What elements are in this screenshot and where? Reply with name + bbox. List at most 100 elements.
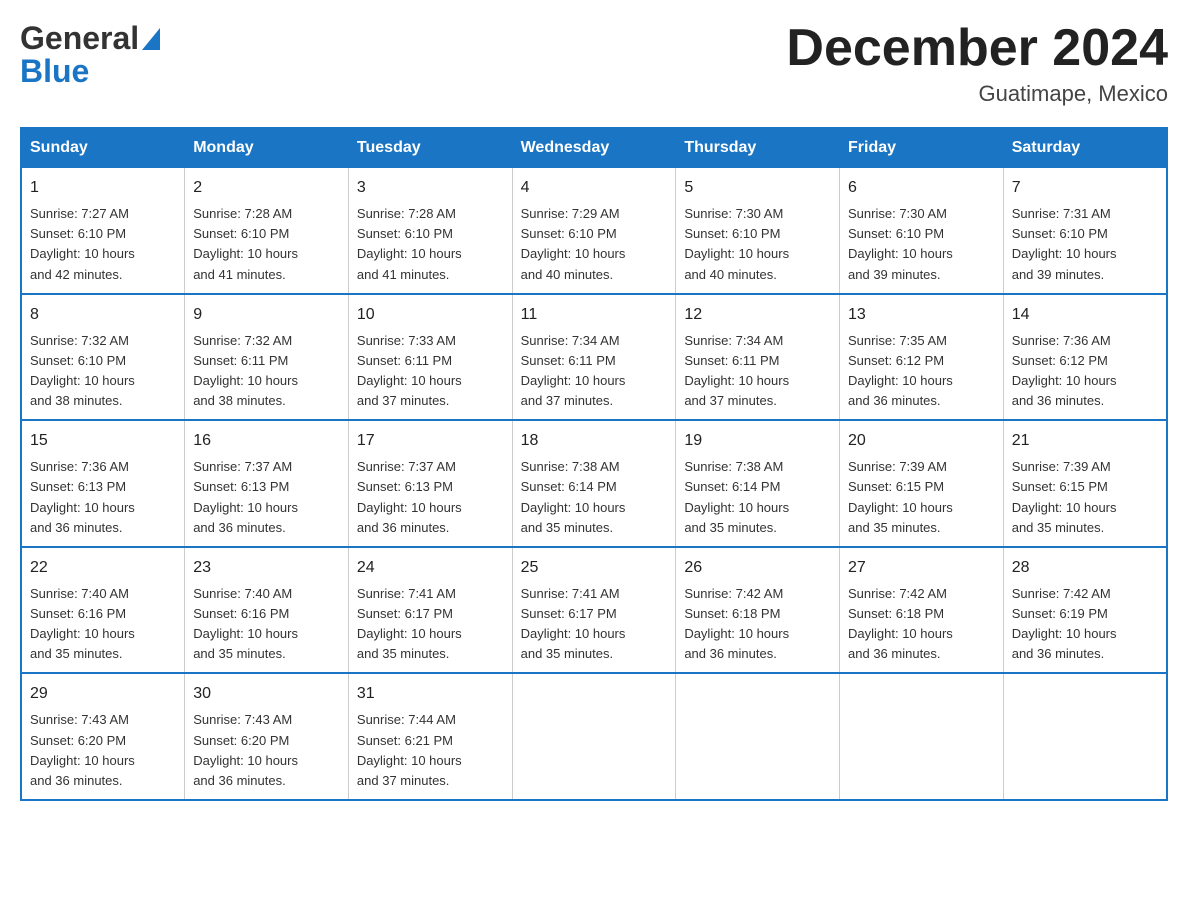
- day-number: 21: [1012, 429, 1158, 453]
- calendar-cell: 7 Sunrise: 7:31 AMSunset: 6:10 PMDayligh…: [1003, 168, 1167, 294]
- title-block: December 2024 Guatimape, Mexico: [786, 20, 1168, 107]
- day-info: Sunrise: 7:36 AMSunset: 6:12 PMDaylight:…: [1012, 331, 1158, 412]
- location-subtitle: Guatimape, Mexico: [786, 81, 1168, 107]
- calendar-cell: 2 Sunrise: 7:28 AMSunset: 6:10 PMDayligh…: [185, 168, 349, 294]
- day-info: Sunrise: 7:34 AMSunset: 6:11 PMDaylight:…: [521, 331, 668, 412]
- day-info: Sunrise: 7:41 AMSunset: 6:17 PMDaylight:…: [521, 584, 668, 665]
- month-title: December 2024: [786, 20, 1168, 77]
- day-number: 11: [521, 303, 668, 327]
- day-info: Sunrise: 7:31 AMSunset: 6:10 PMDaylight:…: [1012, 204, 1158, 285]
- calendar-cell: 8 Sunrise: 7:32 AMSunset: 6:10 PMDayligh…: [21, 294, 185, 421]
- day-info: Sunrise: 7:34 AMSunset: 6:11 PMDaylight:…: [684, 331, 831, 412]
- weekday-header-friday: Friday: [840, 128, 1004, 168]
- day-info: Sunrise: 7:42 AMSunset: 6:18 PMDaylight:…: [848, 584, 995, 665]
- calendar-cell: 11 Sunrise: 7:34 AMSunset: 6:11 PMDaylig…: [512, 294, 676, 421]
- day-number: 9: [193, 303, 340, 327]
- calendar-cell: [840, 673, 1004, 800]
- day-number: 22: [30, 556, 176, 580]
- day-number: 2: [193, 176, 340, 200]
- calendar-cell: 14 Sunrise: 7:36 AMSunset: 6:12 PMDaylig…: [1003, 294, 1167, 421]
- calendar-table: SundayMondayTuesdayWednesdayThursdayFrid…: [20, 127, 1168, 801]
- weekday-header-thursday: Thursday: [676, 128, 840, 168]
- day-number: 30: [193, 682, 340, 706]
- day-info: Sunrise: 7:37 AMSunset: 6:13 PMDaylight:…: [193, 457, 340, 538]
- calendar-cell: 24 Sunrise: 7:41 AMSunset: 6:17 PMDaylig…: [348, 547, 512, 674]
- day-info: Sunrise: 7:32 AMSunset: 6:10 PMDaylight:…: [30, 331, 176, 412]
- day-number: 26: [684, 556, 831, 580]
- calendar-week-5: 29 Sunrise: 7:43 AMSunset: 6:20 PMDaylig…: [21, 673, 1167, 800]
- day-info: Sunrise: 7:35 AMSunset: 6:12 PMDaylight:…: [848, 331, 995, 412]
- day-info: Sunrise: 7:32 AMSunset: 6:11 PMDaylight:…: [193, 331, 340, 412]
- day-info: Sunrise: 7:42 AMSunset: 6:18 PMDaylight:…: [684, 584, 831, 665]
- day-info: Sunrise: 7:44 AMSunset: 6:21 PMDaylight:…: [357, 710, 504, 791]
- day-number: 8: [30, 303, 176, 327]
- logo-general-text: General: [20, 20, 139, 57]
- calendar-cell: 22 Sunrise: 7:40 AMSunset: 6:16 PMDaylig…: [21, 547, 185, 674]
- logo-triangle-icon: [142, 28, 160, 55]
- page-header: General Blue December 2024 Guatimape, Me…: [20, 20, 1168, 107]
- calendar-cell: 5 Sunrise: 7:30 AMSunset: 6:10 PMDayligh…: [676, 168, 840, 294]
- day-number: 28: [1012, 556, 1158, 580]
- calendar-cell: 6 Sunrise: 7:30 AMSunset: 6:10 PMDayligh…: [840, 168, 1004, 294]
- day-number: 25: [521, 556, 668, 580]
- day-info: Sunrise: 7:43 AMSunset: 6:20 PMDaylight:…: [193, 710, 340, 791]
- day-info: Sunrise: 7:40 AMSunset: 6:16 PMDaylight:…: [30, 584, 176, 665]
- day-info: Sunrise: 7:30 AMSunset: 6:10 PMDaylight:…: [684, 204, 831, 285]
- day-number: 23: [193, 556, 340, 580]
- day-number: 6: [848, 176, 995, 200]
- calendar-cell: 30 Sunrise: 7:43 AMSunset: 6:20 PMDaylig…: [185, 673, 349, 800]
- calendar-cell: 31 Sunrise: 7:44 AMSunset: 6:21 PMDaylig…: [348, 673, 512, 800]
- day-info: Sunrise: 7:38 AMSunset: 6:14 PMDaylight:…: [521, 457, 668, 538]
- day-number: 19: [684, 429, 831, 453]
- calendar-week-2: 8 Sunrise: 7:32 AMSunset: 6:10 PMDayligh…: [21, 294, 1167, 421]
- calendar-week-3: 15 Sunrise: 7:36 AMSunset: 6:13 PMDaylig…: [21, 420, 1167, 547]
- day-number: 27: [848, 556, 995, 580]
- day-number: 29: [30, 682, 176, 706]
- day-info: Sunrise: 7:39 AMSunset: 6:15 PMDaylight:…: [848, 457, 995, 538]
- weekday-header-monday: Monday: [185, 128, 349, 168]
- logo: General Blue: [20, 20, 160, 90]
- calendar-cell: [676, 673, 840, 800]
- day-info: Sunrise: 7:37 AMSunset: 6:13 PMDaylight:…: [357, 457, 504, 538]
- calendar-week-1: 1 Sunrise: 7:27 AMSunset: 6:10 PMDayligh…: [21, 168, 1167, 294]
- day-info: Sunrise: 7:43 AMSunset: 6:20 PMDaylight:…: [30, 710, 176, 791]
- day-info: Sunrise: 7:27 AMSunset: 6:10 PMDaylight:…: [30, 204, 176, 285]
- calendar-week-4: 22 Sunrise: 7:40 AMSunset: 6:16 PMDaylig…: [21, 547, 1167, 674]
- calendar-cell: 4 Sunrise: 7:29 AMSunset: 6:10 PMDayligh…: [512, 168, 676, 294]
- day-number: 20: [848, 429, 995, 453]
- day-info: Sunrise: 7:28 AMSunset: 6:10 PMDaylight:…: [357, 204, 504, 285]
- calendar-cell: 27 Sunrise: 7:42 AMSunset: 6:18 PMDaylig…: [840, 547, 1004, 674]
- calendar-cell: 3 Sunrise: 7:28 AMSunset: 6:10 PMDayligh…: [348, 168, 512, 294]
- weekday-header-wednesday: Wednesday: [512, 128, 676, 168]
- day-number: 17: [357, 429, 504, 453]
- calendar-cell: 17 Sunrise: 7:37 AMSunset: 6:13 PMDaylig…: [348, 420, 512, 547]
- calendar-cell: 29 Sunrise: 7:43 AMSunset: 6:20 PMDaylig…: [21, 673, 185, 800]
- calendar-cell: 18 Sunrise: 7:38 AMSunset: 6:14 PMDaylig…: [512, 420, 676, 547]
- day-number: 1: [30, 176, 176, 200]
- day-number: 4: [521, 176, 668, 200]
- day-number: 10: [357, 303, 504, 327]
- day-number: 5: [684, 176, 831, 200]
- day-number: 7: [1012, 176, 1158, 200]
- logo-blue-text: Blue: [20, 53, 89, 89]
- day-info: Sunrise: 7:39 AMSunset: 6:15 PMDaylight:…: [1012, 457, 1158, 538]
- day-info: Sunrise: 7:41 AMSunset: 6:17 PMDaylight:…: [357, 584, 504, 665]
- calendar-cell: 12 Sunrise: 7:34 AMSunset: 6:11 PMDaylig…: [676, 294, 840, 421]
- day-number: 14: [1012, 303, 1158, 327]
- day-number: 13: [848, 303, 995, 327]
- calendar-cell: 13 Sunrise: 7:35 AMSunset: 6:12 PMDaylig…: [840, 294, 1004, 421]
- day-info: Sunrise: 7:42 AMSunset: 6:19 PMDaylight:…: [1012, 584, 1158, 665]
- calendar-cell: 28 Sunrise: 7:42 AMSunset: 6:19 PMDaylig…: [1003, 547, 1167, 674]
- calendar-cell: 16 Sunrise: 7:37 AMSunset: 6:13 PMDaylig…: [185, 420, 349, 547]
- day-info: Sunrise: 7:33 AMSunset: 6:11 PMDaylight:…: [357, 331, 504, 412]
- weekday-header-tuesday: Tuesday: [348, 128, 512, 168]
- calendar-cell: 25 Sunrise: 7:41 AMSunset: 6:17 PMDaylig…: [512, 547, 676, 674]
- day-number: 31: [357, 682, 504, 706]
- calendar-cell: 1 Sunrise: 7:27 AMSunset: 6:10 PMDayligh…: [21, 168, 185, 294]
- day-info: Sunrise: 7:28 AMSunset: 6:10 PMDaylight:…: [193, 204, 340, 285]
- day-info: Sunrise: 7:29 AMSunset: 6:10 PMDaylight:…: [521, 204, 668, 285]
- day-number: 16: [193, 429, 340, 453]
- calendar-cell: 23 Sunrise: 7:40 AMSunset: 6:16 PMDaylig…: [185, 547, 349, 674]
- day-info: Sunrise: 7:36 AMSunset: 6:13 PMDaylight:…: [30, 457, 176, 538]
- day-number: 15: [30, 429, 176, 453]
